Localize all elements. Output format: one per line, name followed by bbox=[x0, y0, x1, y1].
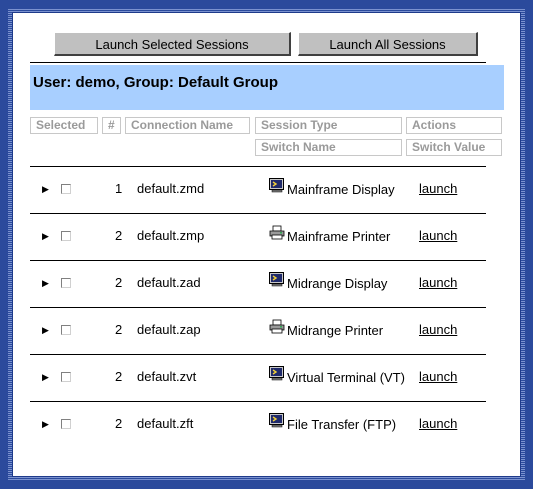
table-row: ▶ 2 default.zvt Virtual Terminal (VT) la… bbox=[30, 355, 504, 402]
launch-link[interactable]: launch bbox=[419, 416, 457, 431]
launch-selected-sessions-button[interactable]: Launch Selected Sessions bbox=[54, 32, 291, 56]
launch-link[interactable]: launch bbox=[419, 275, 457, 290]
launch-all-sessions-button[interactable]: Launch All Sessions bbox=[298, 32, 478, 56]
table-row: ▶ 2 default.zad Midrange Display launch bbox=[30, 261, 504, 308]
expand-arrow-icon[interactable]: ▶ bbox=[42, 278, 49, 289]
connection-name: default.zmd bbox=[137, 181, 205, 196]
expand-arrow-icon[interactable]: ▶ bbox=[42, 184, 49, 195]
printer-icon bbox=[269, 319, 285, 334]
expand-arrow-icon[interactable]: ▶ bbox=[42, 325, 49, 336]
header-switch-value: Switch Value bbox=[406, 139, 502, 156]
session-number: 1 bbox=[115, 181, 123, 196]
session-number: 2 bbox=[115, 416, 123, 431]
connection-name: default.zmp bbox=[137, 228, 205, 243]
header-switch-name: Switch Name bbox=[255, 139, 402, 156]
session-checkbox[interactable] bbox=[61, 184, 71, 194]
display-icon bbox=[269, 178, 284, 193]
session-number: 2 bbox=[115, 369, 123, 384]
user-group-label: User: demo, Group: Default Group bbox=[33, 74, 279, 91]
session-type: File Transfer (FTP) bbox=[287, 417, 397, 432]
session-type: Mainframe Printer bbox=[287, 229, 391, 244]
display-icon bbox=[269, 272, 284, 287]
session-checkbox[interactable] bbox=[61, 231, 71, 241]
session-checkbox[interactable] bbox=[61, 372, 71, 382]
session-type: Midrange Display bbox=[287, 276, 388, 291]
table-row: ▶ 1 default.zmd Mainframe Display launch bbox=[30, 167, 504, 214]
session-checkbox[interactable] bbox=[61, 325, 71, 335]
session-number: 2 bbox=[115, 228, 123, 243]
printer-icon bbox=[269, 225, 285, 240]
sessions-panel: Launch Selected Sessions Launch All Sess… bbox=[12, 12, 521, 477]
user-group-bar: User: demo, Group: Default Group bbox=[30, 65, 504, 110]
launch-link[interactable]: launch bbox=[419, 181, 457, 196]
expand-arrow-icon[interactable]: ▶ bbox=[42, 372, 49, 383]
header-actions: Actions bbox=[406, 117, 502, 134]
header-selected: Selected bbox=[30, 117, 98, 134]
session-checkbox[interactable] bbox=[61, 278, 71, 288]
launch-link[interactable]: launch bbox=[419, 322, 457, 337]
table-row: ▶ 2 default.zmp Mainframe Printer launch bbox=[30, 214, 504, 261]
expand-arrow-icon[interactable]: ▶ bbox=[42, 231, 49, 242]
table-row: ▶ 2 default.zft File Transfer (FTP) laun… bbox=[30, 402, 504, 449]
session-number: 2 bbox=[115, 275, 123, 290]
connection-name: default.zft bbox=[137, 416, 194, 431]
session-type: Mainframe Display bbox=[287, 182, 395, 197]
connection-name: default.zvt bbox=[137, 369, 197, 384]
display-icon bbox=[269, 366, 284, 381]
session-checkbox[interactable] bbox=[61, 419, 71, 429]
session-number: 2 bbox=[115, 322, 123, 337]
header-session-type: Session Type bbox=[255, 117, 402, 134]
launch-link[interactable]: launch bbox=[419, 369, 457, 384]
session-type: Virtual Terminal (VT) bbox=[287, 370, 405, 385]
header-number: # bbox=[102, 117, 121, 134]
connection-name: default.zad bbox=[137, 275, 201, 290]
expand-arrow-icon[interactable]: ▶ bbox=[42, 419, 49, 430]
launch-link[interactable]: launch bbox=[419, 228, 457, 243]
connection-name: default.zap bbox=[137, 322, 201, 337]
header-connection-name: Connection Name bbox=[125, 117, 250, 134]
table-row: ▶ 2 default.zap Midrange Printer launch bbox=[30, 308, 504, 355]
display-icon bbox=[269, 413, 284, 428]
toolbar-divider bbox=[30, 62, 486, 63]
session-type: Midrange Printer bbox=[287, 323, 384, 338]
